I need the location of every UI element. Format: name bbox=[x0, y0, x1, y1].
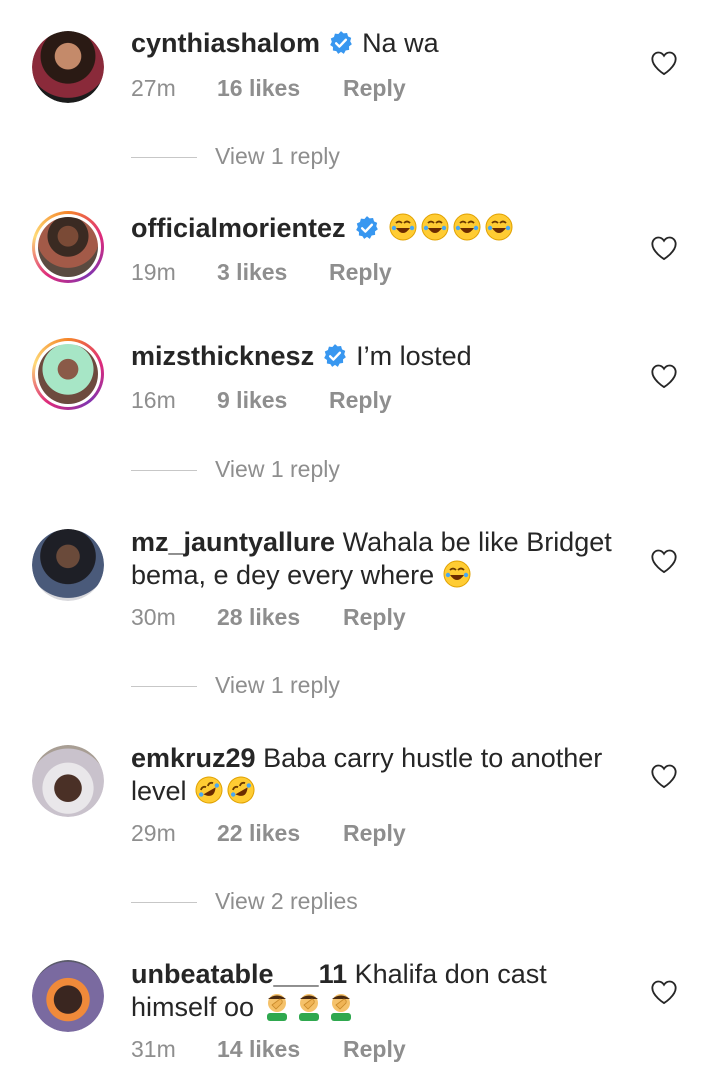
verified-badge-icon bbox=[330, 31, 352, 54]
avatar[interactable] bbox=[32, 960, 104, 1032]
heart-outline-icon[interactable] bbox=[650, 235, 678, 261]
view-replies-button[interactable]: View 1 reply bbox=[131, 456, 431, 486]
comment-time: 19m bbox=[131, 259, 176, 285]
comment-time: 30m bbox=[131, 604, 176, 630]
comment-likes[interactable]: 28 likes bbox=[217, 604, 343, 631]
view-replies-button[interactable]: View 1 reply bbox=[131, 672, 431, 702]
avatar-image bbox=[32, 960, 104, 1032]
divider-line bbox=[131, 686, 197, 687]
comment-meta: 29m 22 likes Reply bbox=[131, 820, 406, 847]
comment-meta: 30m 28 likes Reply bbox=[131, 604, 406, 631]
comment-meta: 27m 16 likes Reply bbox=[131, 75, 406, 102]
avatar[interactable] bbox=[32, 31, 104, 103]
comment-text: mizsthicknesz I’m losted bbox=[131, 340, 631, 373]
joy-emoji bbox=[443, 560, 471, 588]
comment-likes[interactable]: 22 likes bbox=[217, 820, 343, 847]
comment-text: cynthiashalom Na wa bbox=[131, 27, 631, 60]
verified-badge-icon bbox=[324, 344, 346, 367]
comment-body: Na wa bbox=[362, 28, 439, 58]
comment-text: unbeatable___11 Khalifa don cast himself… bbox=[131, 958, 621, 1024]
comment-username[interactable]: officialmorientez bbox=[131, 213, 346, 243]
view-replies-label: View 1 reply bbox=[215, 672, 340, 698]
comment-username[interactable]: cynthiashalom bbox=[131, 28, 320, 58]
comment-username[interactable]: mz_jauntyallure bbox=[131, 527, 335, 557]
reply-button[interactable]: Reply bbox=[343, 1036, 406, 1062]
reply-button[interactable]: Reply bbox=[343, 604, 406, 630]
avatar[interactable] bbox=[32, 745, 104, 817]
story-ring bbox=[35, 214, 101, 280]
comment-text: mz_jauntyallure Wahala be like Bridget b… bbox=[131, 526, 621, 592]
comment-time: 29m bbox=[131, 820, 176, 846]
comment-time: 31m bbox=[131, 1036, 176, 1062]
joy-emoji bbox=[421, 213, 449, 241]
comment-username[interactable]: emkruz29 bbox=[131, 743, 256, 773]
reply-button[interactable]: Reply bbox=[343, 75, 406, 101]
view-replies-button[interactable]: View 1 reply bbox=[131, 143, 431, 173]
heart-outline-icon[interactable] bbox=[650, 763, 678, 789]
comment-username[interactable]: unbeatable___11 bbox=[131, 959, 347, 989]
comment-likes[interactable]: 16 likes bbox=[217, 75, 343, 102]
divider-line bbox=[131, 902, 197, 903]
avatar-image bbox=[32, 529, 104, 601]
comment-likes[interactable]: 3 likes bbox=[217, 259, 329, 286]
avatar[interactable] bbox=[32, 529, 104, 601]
heart-outline-icon[interactable] bbox=[650, 50, 678, 76]
story-ring bbox=[35, 341, 101, 407]
view-replies-label: View 2 replies bbox=[215, 888, 358, 914]
reply-button[interactable]: Reply bbox=[329, 387, 392, 413]
heart-outline-icon[interactable] bbox=[650, 363, 678, 389]
comment-likes[interactable]: 9 likes bbox=[217, 387, 329, 414]
facepalm-emoji bbox=[298, 994, 319, 1021]
avatar[interactable] bbox=[32, 338, 104, 410]
comment-meta: 16m 9 likes Reply bbox=[131, 387, 392, 414]
rofl-emoji bbox=[227, 776, 255, 804]
avatar-image bbox=[32, 31, 104, 103]
comment-username[interactable]: mizsthicknesz bbox=[131, 341, 314, 371]
joy-emoji bbox=[389, 213, 417, 241]
avatar-image bbox=[32, 745, 104, 817]
facepalm-emoji bbox=[266, 994, 287, 1021]
avatar-image bbox=[38, 344, 98, 404]
comment-meta: 31m 14 likes Reply bbox=[131, 1036, 406, 1063]
heart-outline-icon[interactable] bbox=[650, 979, 678, 1005]
rofl-emoji bbox=[195, 776, 223, 804]
avatar-image bbox=[38, 217, 98, 277]
comment-time: 27m bbox=[131, 75, 176, 101]
comment-text: officialmorientez bbox=[131, 212, 631, 245]
comment-time: 16m bbox=[131, 387, 176, 413]
joy-emoji bbox=[485, 213, 513, 241]
joy-emoji bbox=[453, 213, 481, 241]
avatar[interactable] bbox=[32, 211, 104, 283]
view-replies-label: View 1 reply bbox=[215, 143, 340, 169]
facepalm-emoji bbox=[330, 994, 351, 1021]
divider-line bbox=[131, 470, 197, 471]
heart-outline-icon[interactable] bbox=[650, 548, 678, 574]
comment-likes[interactable]: 14 likes bbox=[217, 1036, 343, 1063]
comment-text: emkruz29 Baba carry hustle to another le… bbox=[131, 742, 621, 808]
reply-button[interactable]: Reply bbox=[343, 820, 406, 846]
view-replies-label: View 1 reply bbox=[215, 456, 340, 482]
comment-body: I’m losted bbox=[356, 341, 472, 371]
view-replies-button[interactable]: View 2 replies bbox=[131, 888, 431, 918]
divider-line bbox=[131, 157, 197, 158]
verified-badge-icon bbox=[355, 216, 378, 239]
reply-button[interactable]: Reply bbox=[329, 259, 392, 285]
comment-meta: 19m 3 likes Reply bbox=[131, 259, 392, 286]
